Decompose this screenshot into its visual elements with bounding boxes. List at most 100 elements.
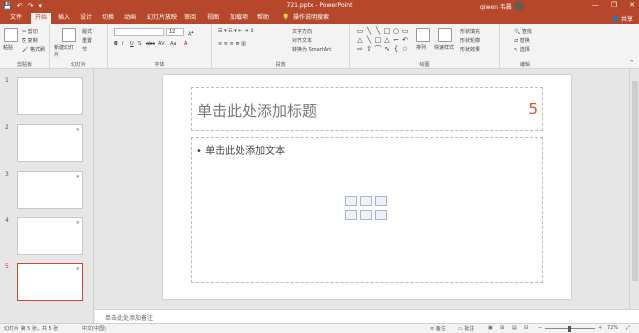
shape-fill-button[interactable]: 形状填充 — [460, 28, 480, 35]
online-picture-icon[interactable] — [360, 210, 372, 220]
new-slide-icon[interactable] — [62, 28, 76, 42]
tell-me-search[interactable]: 操作说明搜索 — [289, 13, 333, 24]
find-button[interactable]: 🔍 查找 — [514, 28, 532, 35]
tab-addins[interactable]: 加载项 — [226, 13, 252, 24]
scrollbar-thumb[interactable] — [632, 81, 638, 281]
align-text-button[interactable]: 对齐文本 — [292, 37, 312, 44]
video-icon[interactable] — [375, 210, 387, 220]
triangle-shape-icon[interactable]: △ — [356, 36, 364, 44]
bullets-icon[interactable]: ☰ ▾ ☷ ▾ ⇤ ⇥ ↕ — [218, 28, 254, 34]
collapse-ribbon-icon[interactable]: ^ — [630, 60, 634, 66]
bold-button[interactable]: B — [114, 41, 118, 47]
underline-button[interactable]: U — [130, 41, 134, 47]
font-name-combo[interactable] — [114, 28, 164, 36]
paste-icon[interactable] — [4, 28, 18, 42]
reset-button[interactable]: 重置 — [82, 37, 92, 44]
shape-outline-button[interactable]: 形状轮廓 — [460, 37, 480, 44]
maximize-button[interactable]: ❐ — [611, 1, 617, 9]
triangle-shape-icon[interactable]: △ — [383, 36, 391, 44]
corner-shape-icon[interactable]: ⌐ — [392, 36, 400, 44]
language-status[interactable]: 中文(中国) — [82, 325, 106, 332]
section-button[interactable]: 节 — [82, 46, 87, 53]
star-shape-icon[interactable]: ☆ — [401, 45, 409, 53]
smartart-icon[interactable] — [375, 196, 387, 206]
font-color-button[interactable]: A — [184, 41, 187, 47]
line-shape-icon[interactable]: ╲ — [365, 27, 373, 35]
freeform-shape-icon[interactable]: ∿ — [383, 45, 391, 53]
tab-file[interactable]: 文件 — [6, 13, 26, 24]
tab-slideshow[interactable]: 幻灯片放映 — [143, 13, 181, 24]
fit-to-window-icon[interactable]: ⤢ — [626, 325, 630, 331]
format-painter-button[interactable]: 🖌 格式刷 — [22, 46, 45, 53]
align-icons[interactable]: ≡ ≡ ≡ ≣ ▥ — [218, 41, 246, 47]
slide-thumbnail-5[interactable]: ★ — [17, 263, 83, 301]
notes-pane[interactable]: 单击此处添加备注 — [95, 309, 639, 323]
strikethrough-button[interactable]: abc — [146, 41, 155, 47]
slideshow-view-icon[interactable]: ⊟ — [524, 325, 528, 331]
vertical-scrollbar[interactable] — [629, 69, 639, 309]
slide-canvas[interactable]: 单击此处添加标题 5 • 单击此处添加文本 — [163, 75, 571, 299]
layout-button[interactable]: 版式 — [82, 28, 92, 35]
slide-thumbnail-3[interactable]: ★ — [17, 171, 83, 209]
zoom-out-button[interactable]: − — [538, 325, 542, 331]
rectangle-shape-icon[interactable]: ▭ — [401, 27, 409, 35]
chart-icon[interactable] — [360, 196, 372, 206]
slide-sorter-icon[interactable]: ⊞ — [500, 325, 504, 331]
tab-insert[interactable]: 插入 — [54, 13, 74, 24]
line-shape-icon[interactable]: ╲ — [365, 36, 373, 44]
tab-transitions[interactable]: 切换 — [98, 13, 118, 24]
oval-shape-icon[interactable]: ○ — [392, 27, 400, 35]
textbox-shape-icon[interactable]: ▭ — [356, 27, 364, 35]
shapes-gallery[interactable]: ▭ ╲ ╲ □ ○ ▭ △ ╲ □ △ ⌐ ↶ ⇨ ⇧ ⌒ ∿ { ☆ — [356, 27, 409, 55]
rectangle-shape-icon[interactable]: □ — [383, 27, 391, 35]
quick-styles-button[interactable]: 快速样式 — [434, 44, 454, 51]
user-name[interactable]: qiwen 韦晨 — [480, 2, 512, 11]
curve-shape-icon[interactable]: ↶ — [401, 36, 409, 44]
zoom-level[interactable]: 72% — [607, 325, 618, 331]
normal-view-icon[interactable]: ▣ — [488, 325, 493, 331]
cut-button[interactable]: ✂ 剪切 — [22, 28, 38, 35]
notes-toggle-button[interactable]: ≡ 备注 — [430, 325, 446, 332]
up-arrow-shape-icon[interactable]: ⇧ — [365, 45, 373, 53]
copy-button[interactable]: ⎘ 复制 — [22, 37, 38, 44]
change-case-button[interactable]: Aa — [170, 41, 176, 47]
arrange-button[interactable]: 排列 — [416, 44, 426, 51]
smartart-button[interactable]: 转换为 SmartArt — [292, 46, 331, 53]
grow-font-icon[interactable]: A▴ — [188, 29, 194, 38]
right-arrow-shape-icon[interactable]: ⇨ — [356, 45, 364, 53]
line-shape-icon[interactable]: ╲ — [374, 27, 382, 35]
comments-toggle-button[interactable]: ▭ 批注 — [458, 325, 474, 332]
italic-button[interactable]: I — [122, 41, 123, 47]
content-placeholder[interactable]: • 单击此处添加文本 — [191, 137, 543, 283]
tab-review[interactable]: 审阅 — [180, 13, 200, 24]
paste-button[interactable]: 粘贴 — [3, 44, 13, 51]
title-placeholder[interactable]: 单击此处添加标题 5 — [191, 87, 543, 131]
slide-thumbnail-2[interactable]: ★ — [17, 124, 83, 162]
new-slide-button[interactable]: 新建幻灯片 — [54, 44, 76, 58]
curve-shape-icon[interactable]: ⌒ — [374, 45, 382, 53]
replace-button[interactable]: ⇄ 替换 — [514, 37, 530, 44]
tab-home[interactable]: 开始 — [31, 13, 52, 24]
quick-styles-icon[interactable] — [438, 28, 452, 42]
slide-thumbnail-1[interactable] — [17, 77, 83, 115]
avatar[interactable] — [514, 1, 524, 11]
zoom-slider-knob[interactable] — [568, 326, 571, 332]
share-button[interactable]: 👤 共享 — [612, 14, 633, 23]
arrange-icon[interactable] — [416, 28, 430, 42]
char-spacing-button[interactable]: AV — [158, 41, 165, 47]
tab-help[interactable]: 帮助 — [253, 13, 273, 24]
tab-design[interactable]: 设计 — [76, 13, 96, 24]
reading-view-icon[interactable]: ▤ — [512, 325, 517, 331]
tab-animations[interactable]: 动画 — [120, 13, 140, 24]
shadow-button[interactable]: S — [138, 41, 141, 47]
slide-thumbnail-4[interactable]: ★ — [17, 217, 83, 255]
close-button[interactable]: ✕ — [629, 1, 635, 9]
rectangle-shape-icon[interactable]: □ — [374, 36, 382, 44]
select-button[interactable]: ↖ 选择 — [514, 46, 530, 53]
picture-icon[interactable] — [345, 210, 357, 220]
shape-effects-button[interactable]: 形状效果 — [460, 46, 480, 53]
text-direction-button[interactable]: 文字方向 — [292, 28, 312, 35]
table-icon[interactable] — [345, 196, 357, 206]
font-size-combo[interactable]: 12 — [166, 28, 184, 36]
minimize-button[interactable]: — — [592, 1, 599, 9]
